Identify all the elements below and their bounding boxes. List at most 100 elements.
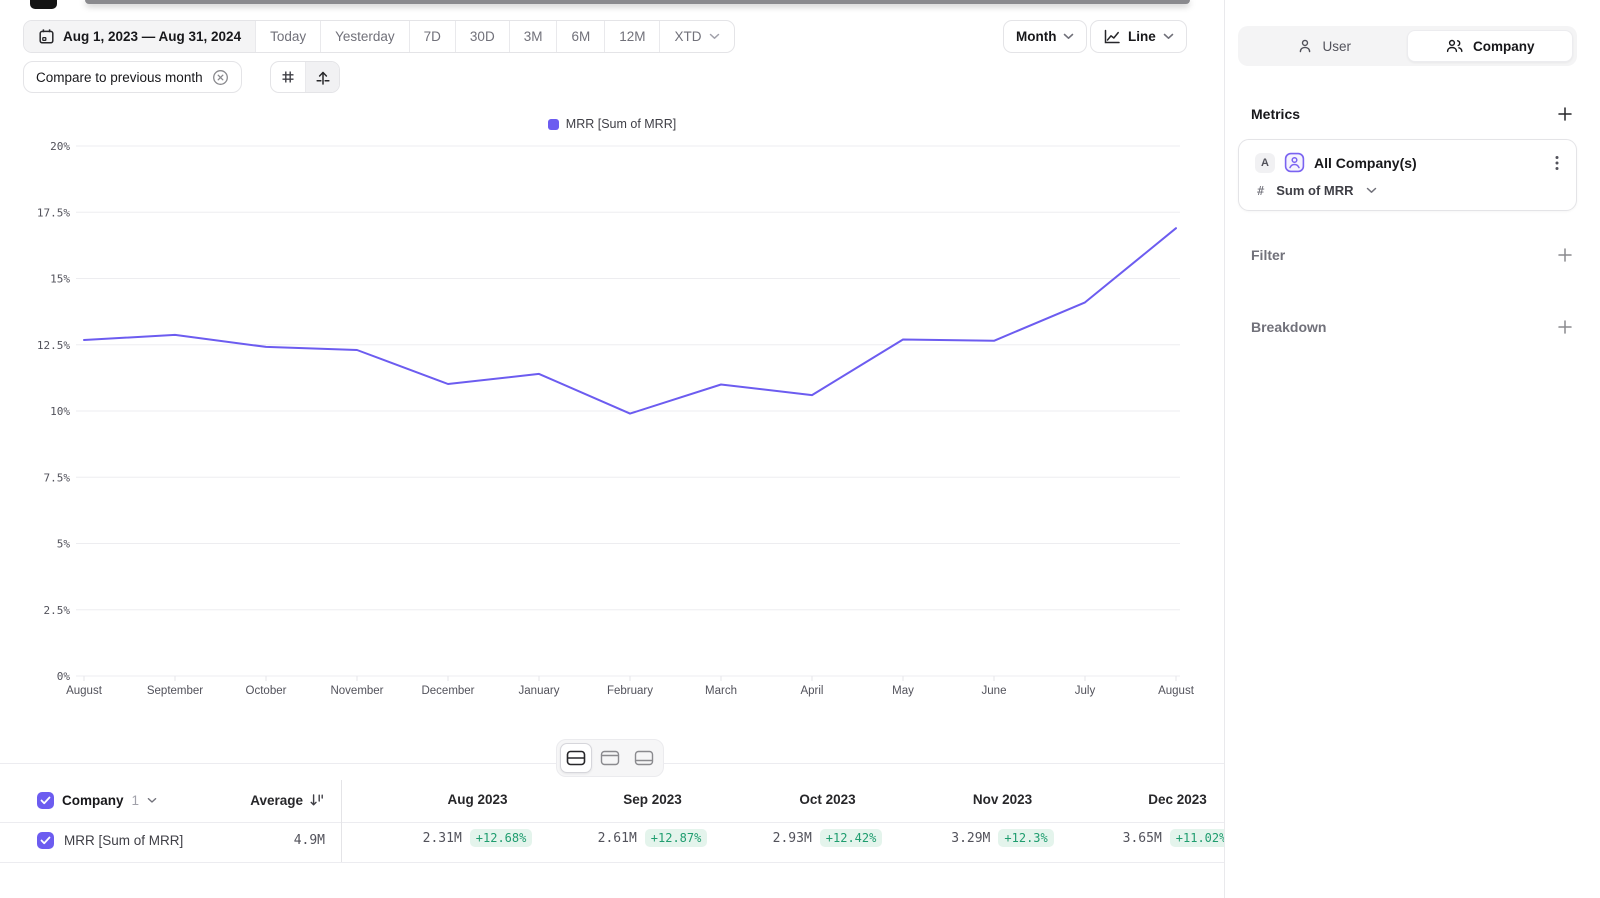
numeric-type-icon: #: [1257, 184, 1264, 198]
select-all-checkbox[interactable]: [37, 792, 54, 809]
range-button-label: 7D: [424, 29, 441, 44]
month-column-header[interactable]: Dec 2023: [1090, 792, 1224, 807]
mrr-line-series[interactable]: [84, 228, 1176, 413]
average-column-header[interactable]: Average: [180, 792, 325, 808]
x-axis-tick-label: March: [705, 685, 737, 697]
metric-series-badge: A: [1255, 153, 1275, 173]
metric-cell[interactable]: 2.31M+12.68%: [390, 829, 565, 847]
chevron-down-icon: [1063, 33, 1074, 40]
range-button-label: 3M: [524, 29, 543, 44]
granularity-label: Month: [1016, 29, 1056, 44]
y-axis-tick-label: 0%: [57, 670, 71, 683]
range-button-12m[interactable]: 12M: [605, 21, 660, 52]
check-icon: [40, 796, 51, 805]
month-column-header[interactable]: Oct 2023: [740, 792, 915, 807]
breakdown-title: Breakdown: [1251, 319, 1326, 335]
x-axis-tick-label: February: [607, 685, 653, 697]
table-row[interactable]: MRR [Sum of MRR]: [37, 832, 183, 849]
user-view-tab[interactable]: User: [1242, 30, 1407, 62]
breakdown-section-header: Breakdown: [1251, 317, 1575, 337]
top-left-marker: [30, 0, 57, 9]
date-range-group: Aug 1, 2023 — Aug 31, 2024 Today Yesterda…: [23, 20, 735, 53]
range-button-30d[interactable]: 30D: [456, 21, 510, 52]
analytics-dashboard: Aug 1, 2023 — Aug 31, 2024 Today Yesterda…: [0, 0, 1600, 898]
table-header-divider: [0, 822, 1224, 823]
chart-only-button[interactable]: [594, 743, 626, 773]
range-button-yesterday[interactable]: Yesterday: [321, 21, 410, 52]
top-card-shadow: [85, 0, 1190, 4]
add-metric-button[interactable]: [1555, 104, 1575, 124]
metric-card[interactable]: A All Company(s) # Sum of MRR: [1238, 139, 1577, 211]
chevron-down-icon: [1163, 33, 1174, 40]
add-filter-button[interactable]: [1555, 245, 1575, 265]
x-axis-tick-label: September: [147, 685, 203, 697]
filter-title: Filter: [1251, 247, 1285, 263]
chart-only-icon: [600, 750, 620, 766]
metrics-title: Metrics: [1251, 106, 1300, 122]
row-average-value: 4.9M: [180, 833, 325, 848]
remove-compare-icon[interactable]: [212, 69, 229, 86]
company-view-label: Company: [1473, 39, 1535, 54]
y-axis-tick-label: 20%: [50, 140, 70, 153]
range-button-6m[interactable]: 6M: [557, 21, 605, 52]
metric-cell[interactable]: 2.61M +12.87%: [565, 829, 740, 847]
metric-options-button[interactable]: [1550, 154, 1564, 177]
table-vertical-divider: [341, 780, 342, 862]
month-column-header[interactable]: Aug 2023: [390, 792, 565, 807]
grid-values-toggle[interactable]: [271, 62, 305, 92]
entity-view-toggle: User Company: [1238, 26, 1577, 66]
table-entity-header[interactable]: Company 1: [37, 792, 157, 809]
range-button-label: 12M: [619, 29, 645, 44]
results-table: Company 1 Average MRR [Sum of MRR] 4.9M …: [0, 778, 1224, 898]
cell-value: 2.61M: [598, 831, 637, 846]
company-view-tab[interactable]: Company: [1407, 30, 1574, 62]
compare-chip[interactable]: Compare to previous month: [23, 61, 242, 93]
metric-cell[interactable]: 3.29M+12.3%: [915, 829, 1090, 847]
range-button-label: 6M: [571, 29, 590, 44]
value-display-toggle-group: [270, 61, 340, 93]
line-chart-icon: [1103, 29, 1121, 45]
date-range-button[interactable]: Aug 1, 2023 — Aug 31, 2024: [24, 21, 256, 52]
cell-delta-badge: +12.87%: [645, 829, 708, 847]
measure-dropdown[interactable]: # Sum of MRR: [1257, 183, 1377, 198]
main-panel: Aug 1, 2023 — Aug 31, 2024 Today Yesterda…: [0, 0, 1224, 898]
x-axis-tick-label: April: [800, 685, 823, 697]
row-checkbox[interactable]: [37, 832, 54, 849]
cell-delta-badge: +11.02%: [1170, 829, 1224, 847]
x-axis-tick-label: August: [66, 685, 103, 697]
month-column-header[interactable]: Sep 2023: [565, 792, 740, 807]
chevron-down-icon: [709, 33, 720, 40]
growth-toggle[interactable]: [305, 62, 339, 92]
config-sidebar: User Company Metrics A All Company(s): [1224, 0, 1600, 898]
metric-cell[interactable]: 2.93M+12.42%: [740, 829, 915, 847]
granularity-dropdown[interactable]: Month: [1003, 20, 1087, 53]
compare-chip-label: Compare to previous month: [36, 70, 203, 85]
table-row-divider: [0, 862, 1224, 863]
add-breakdown-button[interactable]: [1555, 317, 1575, 337]
layout-switcher: [556, 739, 664, 777]
y-axis-tick-label: 2.5%: [44, 604, 71, 617]
metric-cell[interactable]: 3.65M+11.02%: [1090, 829, 1224, 847]
cell-delta-badge: +12.68%: [470, 829, 533, 847]
y-axis-tick-label: 10%: [50, 405, 70, 418]
range-button-xtd[interactable]: XTD: [660, 21, 734, 52]
measure-label: Sum of MRR: [1276, 183, 1353, 198]
legend-label: MRR [Sum of MRR]: [566, 117, 676, 131]
range-button-3m[interactable]: 3M: [510, 21, 558, 52]
chart-type-dropdown[interactable]: Line: [1090, 20, 1187, 53]
filter-section-header: Filter: [1251, 245, 1575, 265]
split-view-button[interactable]: [560, 743, 592, 773]
range-button-7d[interactable]: 7D: [410, 21, 456, 52]
x-axis-tick-label: July: [1075, 685, 1096, 697]
table-only-button[interactable]: [628, 743, 660, 773]
range-button-today[interactable]: Today: [256, 21, 321, 52]
plus-icon: [1557, 247, 1573, 263]
company-avatar-icon: [1284, 152, 1305, 173]
month-column-header[interactable]: Nov 2023: [915, 792, 1090, 807]
x-axis-tick-label: August: [1158, 685, 1195, 697]
calendar-icon: [38, 28, 55, 45]
y-axis-tick-label: 5%: [57, 538, 71, 551]
chevron-down-icon: [1366, 187, 1377, 194]
x-axis-tick-label: May: [892, 685, 914, 697]
range-button-label: Today: [270, 29, 306, 44]
